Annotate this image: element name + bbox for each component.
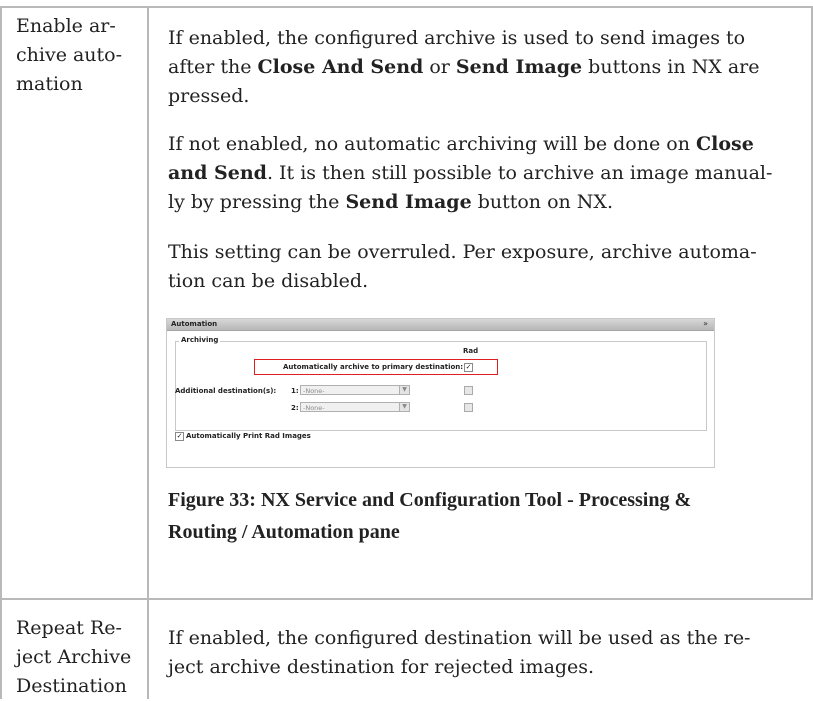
caption-line: Figure 33: NX Service and Configuration …	[168, 489, 692, 511]
table-top-border	[0, 6, 813, 8]
pane-header: Automation »	[167, 319, 714, 331]
row1-setting-line: mation	[16, 73, 83, 95]
table-row-divider	[0, 598, 813, 600]
row2-setting-line: Destination	[16, 675, 127, 697]
destination-2-value: -None-	[303, 404, 325, 412]
para-line: ly by pressing the Send Image button on …	[168, 191, 613, 213]
para-line: after the Close And Send or Send Image b…	[168, 56, 760, 78]
para-line: tion can be disabled.	[168, 270, 369, 292]
chevron-down-icon[interactable]: ▼	[399, 403, 409, 411]
archiving-group-box	[175, 341, 707, 431]
destination-1-dropdown[interactable]: -None- ▼	[300, 385, 410, 395]
destination-2-number: 2:	[291, 404, 299, 412]
caption-line: Routing / Automation pane	[168, 521, 400, 543]
additional-destinations-label: Additional destination(s):	[175, 387, 277, 395]
destination-1-checkbox[interactable]	[464, 386, 473, 395]
auto-archive-checkbox[interactable]: ✓	[464, 363, 473, 372]
row2-setting-line: Repeat Re-	[16, 617, 122, 639]
settings-table: Enable ar- chive auto- mation If enabled…	[0, 0, 813, 699]
destination-1-number: 1:	[291, 387, 299, 395]
automation-pane-screenshot: Automation » Archiving Rad Automatically…	[166, 318, 715, 468]
destination-1-value: -None-	[303, 387, 325, 395]
row1-setting-line: chive auto-	[16, 44, 123, 66]
collapse-icon[interactable]: »	[703, 319, 708, 328]
row2-para-1: If enabled, the configured destination w…	[168, 624, 798, 682]
row1-setting-name: Enable ar- chive auto- mation	[16, 12, 146, 99]
print-rad-label: Automatically Print Rad Images	[186, 432, 311, 440]
check-icon: ✓	[176, 432, 183, 440]
destination-2-checkbox[interactable]	[464, 403, 473, 412]
table-column-divider	[147, 6, 149, 699]
rad-column-header: Rad	[463, 347, 479, 355]
table-left-border	[0, 6, 2, 699]
figure-caption: Figure 33: NX Service and Configuration …	[168, 484, 798, 548]
row1-para-3: This setting can be overruled. Per expos…	[168, 238, 798, 296]
archiving-group-label: Archiving	[179, 336, 221, 344]
para-line: and Send. It is then still possible to a…	[168, 162, 773, 184]
check-icon: ✓	[465, 363, 472, 371]
destination-2-dropdown[interactable]: -None- ▼	[300, 402, 410, 412]
row1-para-1: If enabled, the configured archive is us…	[168, 24, 798, 111]
para-line: pressed.	[168, 85, 250, 107]
row2-setting-name: Repeat Re- ject Archive Destination	[16, 614, 146, 701]
para-line: If enabled, the configured destination w…	[168, 627, 751, 649]
row1-para-2: If not enabled, no automatic archiving w…	[168, 130, 798, 217]
auto-archive-label: Automatically archive to primary destina…	[283, 363, 464, 371]
row2-setting-line: ject Archive	[16, 646, 132, 668]
para-line: If enabled, the configured archive is us…	[168, 27, 746, 49]
para-line: This setting can be overruled. Per expos…	[168, 241, 757, 263]
para-line: ject archive destination for rejected im…	[168, 656, 595, 678]
row1-setting-line: Enable ar-	[16, 15, 116, 37]
para-line: If not enabled, no automatic archiving w…	[168, 133, 754, 155]
pane-title: Automation	[171, 320, 218, 328]
chevron-down-icon[interactable]: ▼	[399, 386, 409, 394]
print-rad-checkbox[interactable]: ✓	[175, 432, 184, 441]
